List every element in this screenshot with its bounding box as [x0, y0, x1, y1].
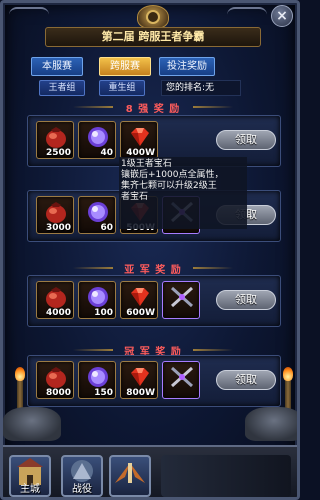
subtab-reborn-group[interactable]: 重生组 — [99, 80, 145, 96]
ruby-gem-icon — [131, 288, 149, 306]
reward-item-slot[interactable]: 2500 — [36, 121, 74, 159]
ruby-gem-icon — [131, 128, 149, 146]
reward-item-slot[interactable]: 4000 — [36, 281, 74, 319]
nav-more-area — [161, 455, 291, 497]
purple-orb-icon — [88, 127, 108, 147]
reward-item-slot[interactable]: 100 — [78, 281, 116, 319]
reward-item-slot[interactable]: 60 — [78, 196, 116, 234]
reward-item-slot[interactable]: 40 — [78, 121, 116, 159]
wings-icon — [115, 463, 145, 483]
corner-ornament-left — [9, 7, 49, 21]
reward-panel-champion: 8000 150 800W 领取 — [27, 355, 281, 407]
gargoyle-ornament — [3, 407, 61, 441]
item-quantity: 40 — [100, 148, 113, 158]
torch-icon — [13, 367, 27, 409]
item-quantity: 3000 — [45, 223, 71, 233]
corner-ornament-right — [227, 7, 267, 21]
my-rank-label: 您的排名:无 — [161, 80, 241, 96]
tooltip-line: 集齐七颗可以升级2级王 — [121, 181, 217, 191]
item-quantity: 2500 — [45, 148, 71, 158]
item-tooltip: 1级王者宝石 镶嵌后+1000点全属性， 集齐七颗可以升级2级王 者宝石 — [119, 157, 247, 229]
subtab-king-group[interactable]: 王者组 — [39, 80, 85, 96]
red-pouch-icon — [46, 287, 66, 308]
item-quantity: 150 — [94, 388, 113, 398]
reward-item-slot[interactable]: 8000 — [36, 361, 74, 399]
red-pouch-icon — [46, 127, 66, 148]
bottom-nav-bar: 主城 战役 — [3, 445, 297, 497]
window-title: 第二届 跨服王者争霸 — [45, 27, 261, 47]
section-header-runner-up: 亚 军 奖 励 — [3, 261, 297, 276]
item-quantity: 60 — [100, 223, 113, 233]
gargoyle-ornament — [245, 407, 297, 441]
torch-icon — [281, 367, 295, 409]
claim-button[interactable]: 领取 — [216, 370, 276, 390]
game-window: × 第二届 跨服王者争霸 本服赛 跨服赛 投注奖励 王者组 重生组 您的排名:无… — [0, 0, 300, 500]
reward-item-slot[interactable]: 400W — [120, 121, 158, 159]
tab-local-server[interactable]: 本服赛 — [31, 57, 83, 76]
item-quantity: 800W — [126, 388, 155, 398]
crossed-swords-icon — [170, 286, 194, 308]
purple-orb-icon — [88, 287, 108, 307]
claim-button[interactable]: 领取 — [216, 290, 276, 310]
nav-wings[interactable] — [109, 455, 151, 497]
red-pouch-icon — [46, 202, 66, 223]
item-quantity: 4000 — [45, 308, 71, 318]
red-pouch-icon — [46, 367, 66, 388]
close-button[interactable]: × — [271, 5, 293, 27]
reward-item-slot[interactable] — [162, 361, 200, 399]
tooltip-line: 者宝石 — [121, 192, 149, 202]
nav-label: 主城 — [20, 484, 40, 495]
crest-icon — [137, 5, 169, 29]
reward-item-slot[interactable]: 800W — [120, 361, 158, 399]
tooltip-line: 镶嵌后+1000点全属性， — [121, 170, 224, 180]
reward-panel-runner-up: 4000 100 600W 领取 — [27, 275, 281, 327]
claim-button[interactable]: 领取 — [216, 130, 276, 150]
reward-item-slot[interactable]: 150 — [78, 361, 116, 399]
section-header-top8: 8 强 奖 励 — [3, 100, 297, 115]
nav-battle[interactable]: 战役 — [61, 455, 103, 497]
tab-bet-rewards[interactable]: 投注奖励 — [159, 57, 215, 76]
item-quantity: 100 — [94, 308, 113, 318]
reward-item-slot[interactable]: 600W — [120, 281, 158, 319]
crossed-swords-icon — [170, 366, 194, 388]
nav-main-city[interactable]: 主城 — [9, 455, 51, 497]
ruby-gem-icon — [131, 368, 149, 386]
tab-cross-server[interactable]: 跨服赛 — [99, 57, 151, 76]
reward-item-slot[interactable] — [162, 281, 200, 319]
item-quantity: 8000 — [45, 388, 71, 398]
tooltip-line: 1级王者宝石 — [121, 159, 172, 169]
purple-orb-icon — [88, 367, 108, 387]
purple-orb-icon — [88, 202, 108, 222]
nav-label: 战役 — [72, 484, 92, 495]
reward-item-slot[interactable]: 3000 — [36, 196, 74, 234]
item-quantity: 600W — [126, 308, 155, 318]
